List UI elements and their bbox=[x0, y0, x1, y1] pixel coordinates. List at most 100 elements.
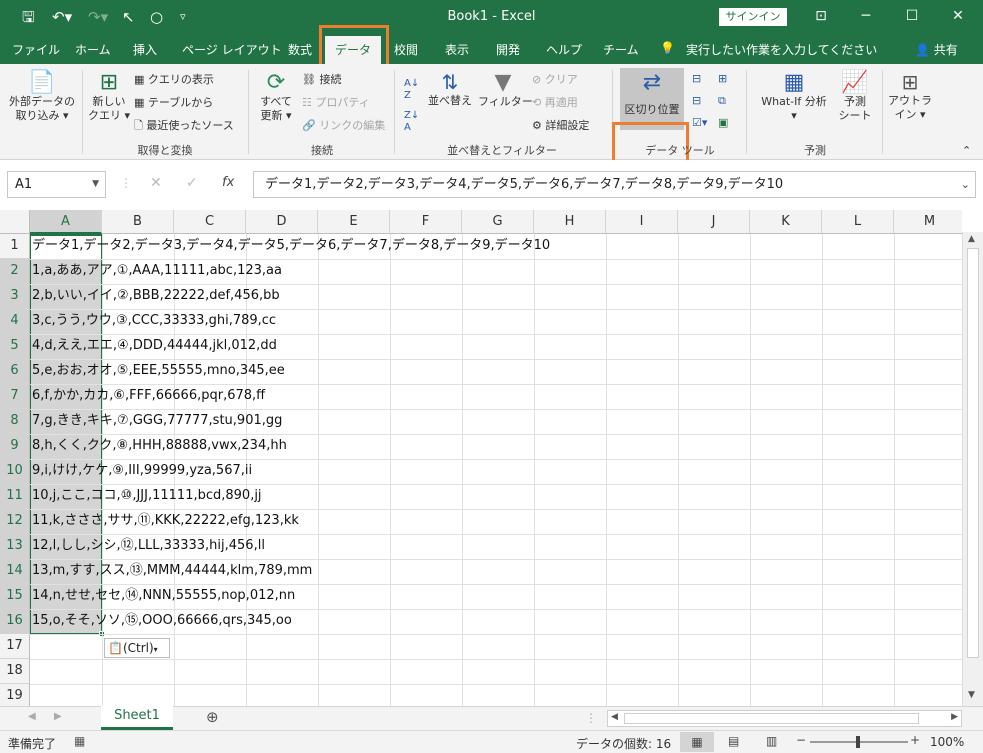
row-header[interactable]: 15 bbox=[0, 584, 30, 609]
column-header[interactable]: E bbox=[318, 210, 390, 234]
row-header[interactable]: 5 bbox=[0, 334, 30, 359]
column-header[interactable]: K bbox=[750, 210, 822, 234]
cell-a15[interactable]: 14,n,せせ,セセ,⑭,NNN,55555,nop,012,nn bbox=[32, 584, 295, 608]
formula-input[interactable]: データ1,データ2,データ3,データ4,データ5,データ6,データ7,データ8,… bbox=[253, 171, 976, 198]
filter-button[interactable]: ▼ フィルター bbox=[478, 70, 533, 109]
minimize-icon[interactable]: ─ bbox=[856, 8, 876, 24]
cell-a1[interactable]: データ1,データ2,データ3,データ4,データ5,データ6,データ7,データ8,… bbox=[32, 234, 550, 258]
row-header[interactable]: 9 bbox=[0, 434, 30, 459]
prev-sheet-icon[interactable]: ◀ bbox=[28, 711, 36, 722]
signin-button[interactable]: サインイン bbox=[719, 8, 787, 26]
cell-a12[interactable]: 11,k,さささ,ササ,⑪,KKK,22222,efg,123,kk bbox=[32, 509, 299, 533]
cell-a2[interactable]: 1,a,ああ,アア,①,AAA,11111,abc,123,aa bbox=[32, 259, 282, 283]
cell-a11[interactable]: 10,j,ここ,ココ,⑩,JJJ,11111,bcd,890,jj bbox=[32, 484, 262, 508]
recent-sources-button[interactable]: 🗋 最近使ったソース bbox=[134, 119, 234, 133]
column-header[interactable]: D bbox=[246, 210, 318, 234]
tell-me-input[interactable]: 実行したい作業を入力してください bbox=[686, 41, 877, 58]
get-external-data-button[interactable]: 📄 外部データの 取り込み ▾ bbox=[6, 70, 78, 123]
flash-fill-icon[interactable]: ⊟ bbox=[692, 72, 701, 86]
macro-record-icon[interactable]: ▦ bbox=[74, 734, 85, 748]
cell-a13[interactable]: 12,l,しし,シシ,⑫,LLL,33333,hij,456,ll bbox=[32, 534, 265, 558]
row-header[interactable]: 18 bbox=[0, 659, 30, 684]
row-header[interactable]: 2 bbox=[0, 259, 30, 284]
cell-a5[interactable]: 4,d,ええ,エエ,④,DDD,44444,jkl,012,dd bbox=[32, 334, 277, 358]
paste-options-button[interactable]: 📋(Ctrl)▾ bbox=[104, 638, 170, 658]
column-header[interactable]: L bbox=[822, 210, 894, 234]
row-header[interactable]: 4 bbox=[0, 309, 30, 334]
cell-a16[interactable]: 15,o,そそ,ソソ,⑮,OOO,66666,qrs,345,oo bbox=[32, 609, 292, 633]
row-header[interactable]: 16 bbox=[0, 609, 30, 634]
tab-insert[interactable]: 挿入 bbox=[133, 41, 157, 58]
spreadsheet-grid[interactable]: A B C D E F G H I J K L M 1 データ1,データ2,デー… bbox=[0, 210, 962, 706]
sort-az-icon[interactable]: A↓ Z bbox=[404, 78, 419, 102]
tab-developer[interactable]: 開発 bbox=[496, 41, 520, 58]
forecast-sheet-button[interactable]: 📈 予測 シート bbox=[836, 70, 874, 123]
properties-button[interactable]: ☷ プロパティ bbox=[302, 96, 370, 110]
tab-file[interactable]: ファイル bbox=[12, 41, 60, 58]
column-header[interactable]: C bbox=[174, 210, 246, 234]
column-header[interactable]: A bbox=[30, 210, 102, 234]
data-validation-icon[interactable]: ☑▾ bbox=[692, 116, 707, 130]
zoom-level[interactable]: 100% bbox=[930, 735, 964, 749]
page-layout-view-icon[interactable]: ▤ bbox=[728, 734, 739, 748]
page-break-view-icon[interactable]: ▥ bbox=[766, 734, 777, 748]
maximize-icon[interactable]: ☐ bbox=[902, 8, 922, 24]
row-header[interactable]: 3 bbox=[0, 284, 30, 309]
sheet-tab-sheet1[interactable]: Sheet1 bbox=[101, 706, 173, 730]
scroll-up-icon[interactable]: ▲ bbox=[968, 234, 975, 244]
scroll-down-icon[interactable]: ▼ bbox=[968, 690, 975, 700]
tab-view[interactable]: 表示 bbox=[445, 41, 469, 58]
column-header[interactable]: H bbox=[534, 210, 606, 234]
remove-duplicates-icon[interactable]: ⊟ bbox=[692, 94, 701, 108]
tab-review[interactable]: 校閲 bbox=[394, 41, 418, 58]
from-table-button[interactable]: ▦ テーブルから bbox=[134, 96, 213, 110]
cancel-icon[interactable]: ✕ bbox=[150, 175, 162, 191]
select-all-corner[interactable] bbox=[0, 210, 30, 234]
row-header[interactable]: 11 bbox=[0, 484, 30, 509]
insert-function-icon[interactable]: fx bbox=[222, 175, 234, 190]
ribbon-display-icon[interactable]: ⊡ bbox=[811, 8, 831, 24]
enter-icon[interactable]: ✓ bbox=[186, 175, 198, 191]
what-if-button[interactable]: ▦ What-If 分析 ▾ bbox=[756, 70, 832, 123]
horizontal-scrollbar[interactable]: ◀ ▶ bbox=[607, 710, 962, 727]
expand-formula-icon[interactable]: ⌄ bbox=[960, 172, 970, 197]
outline-button[interactable]: ⊞ アウトラ イン ▾ bbox=[888, 70, 932, 122]
cell-a14[interactable]: 13,m,すす,スス,⑬,MMM,44444,klm,789,mm bbox=[32, 559, 312, 583]
relationships-icon[interactable]: ⧉ bbox=[718, 94, 726, 108]
tab-team[interactable]: チーム bbox=[603, 41, 639, 58]
row-header[interactable]: 17 bbox=[0, 634, 30, 659]
scroll-right-icon[interactable]: ▶ bbox=[951, 712, 958, 722]
show-queries-button[interactable]: ▦ クエリの表示 bbox=[134, 73, 214, 87]
tab-help[interactable]: ヘルプ bbox=[546, 41, 582, 58]
column-header[interactable]: M bbox=[894, 210, 962, 234]
cell-a7[interactable]: 6,f,かか,カカ,⑥,FFF,66666,pqr,678,ff bbox=[32, 384, 265, 408]
scroll-thumb[interactable] bbox=[967, 248, 979, 658]
chevron-down-icon[interactable]: ▼ bbox=[92, 172, 99, 197]
row-header[interactable]: 19 bbox=[0, 684, 30, 706]
row-header[interactable]: 13 bbox=[0, 534, 30, 559]
edit-links-button[interactable]: 🔗 リンクの編集 bbox=[302, 119, 385, 133]
cell-a6[interactable]: 5,e,おお,オオ,⑤,EEE,55555,mno,345,ee bbox=[32, 359, 285, 383]
vertical-scrollbar[interactable]: ▲ ▼ bbox=[962, 232, 983, 706]
tab-formulas[interactable]: 数式 bbox=[288, 41, 312, 58]
row-header[interactable]: 12 bbox=[0, 509, 30, 534]
reapply-button[interactable]: ⟲ 再適用 bbox=[532, 96, 578, 110]
column-header[interactable]: I bbox=[606, 210, 678, 234]
column-header[interactable]: J bbox=[678, 210, 750, 234]
sort-za-icon[interactable]: Z↓ A bbox=[404, 110, 419, 134]
column-header[interactable]: B bbox=[102, 210, 174, 234]
data-model-icon[interactable]: ▣ bbox=[718, 116, 728, 130]
zoom-out-icon[interactable]: − bbox=[796, 733, 806, 747]
row-header[interactable]: 14 bbox=[0, 559, 30, 584]
sort-button[interactable]: ⇅ 並べ替え bbox=[428, 70, 472, 108]
refresh-all-button[interactable]: ⟳ すべて 更新 ▾ bbox=[254, 70, 298, 123]
cell-a9[interactable]: 8,h,くく,クク,⑧,HHH,88888,vwx,234,hh bbox=[32, 434, 287, 458]
consolidate-icon[interactable]: ⊞ bbox=[718, 72, 727, 86]
normal-view-icon[interactable]: ▦ bbox=[680, 732, 714, 752]
text-to-columns-button[interactable]: ⇄ 区切り位置 bbox=[620, 68, 684, 130]
clear-button[interactable]: ⊘ クリア bbox=[532, 73, 578, 87]
zoom-in-icon[interactable]: + bbox=[910, 733, 920, 747]
cell-a8[interactable]: 7,g,きき,キキ,⑦,GGG,77777,stu,901,gg bbox=[32, 409, 282, 433]
cell-a4[interactable]: 3,c,うう,ウウ,③,CCC,33333,ghi,789,cc bbox=[32, 309, 276, 333]
close-icon[interactable]: ✕ bbox=[948, 8, 968, 24]
